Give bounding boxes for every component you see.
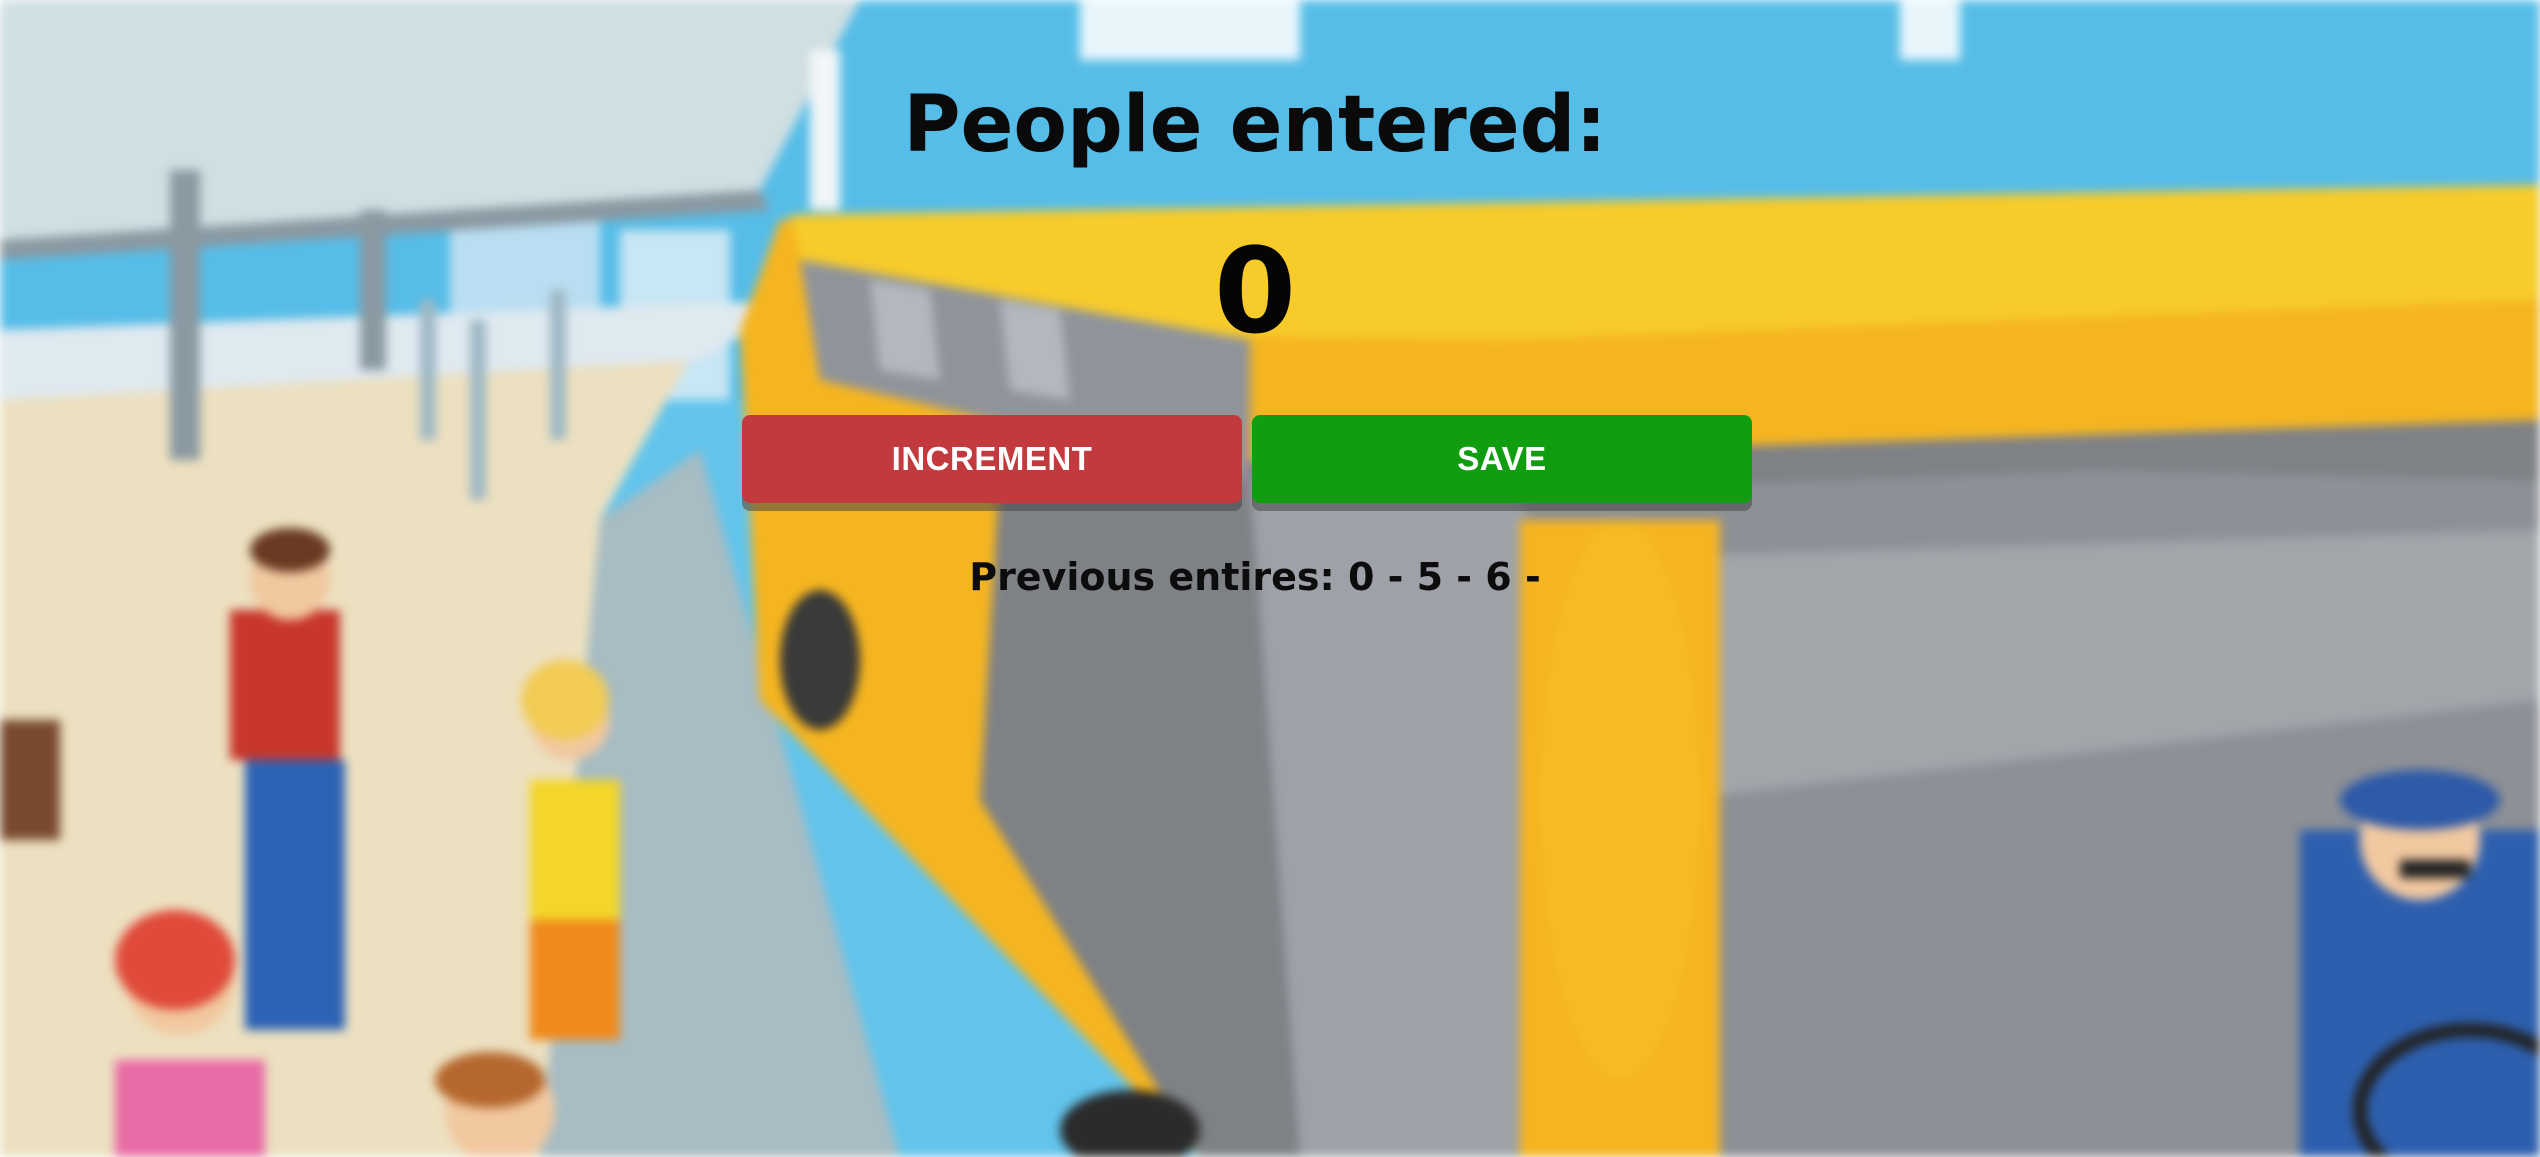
increment-button[interactable]: INCREMENT (742, 415, 1242, 503)
save-button[interactable]: SAVE (1252, 415, 1752, 503)
app-stage: People entered: 0 INCREMENT SAVE Previou… (0, 0, 2540, 1157)
page-title: People entered: (903, 80, 1607, 170)
people-count: 0 (1213, 222, 1297, 360)
previous-entries-values: 0 - 5 - 6 - (1347, 555, 1541, 599)
previous-entries-label: Previous entires: (969, 555, 1335, 599)
previous-entries: Previous entires: 0 - 5 - 6 - (0, 555, 2540, 599)
